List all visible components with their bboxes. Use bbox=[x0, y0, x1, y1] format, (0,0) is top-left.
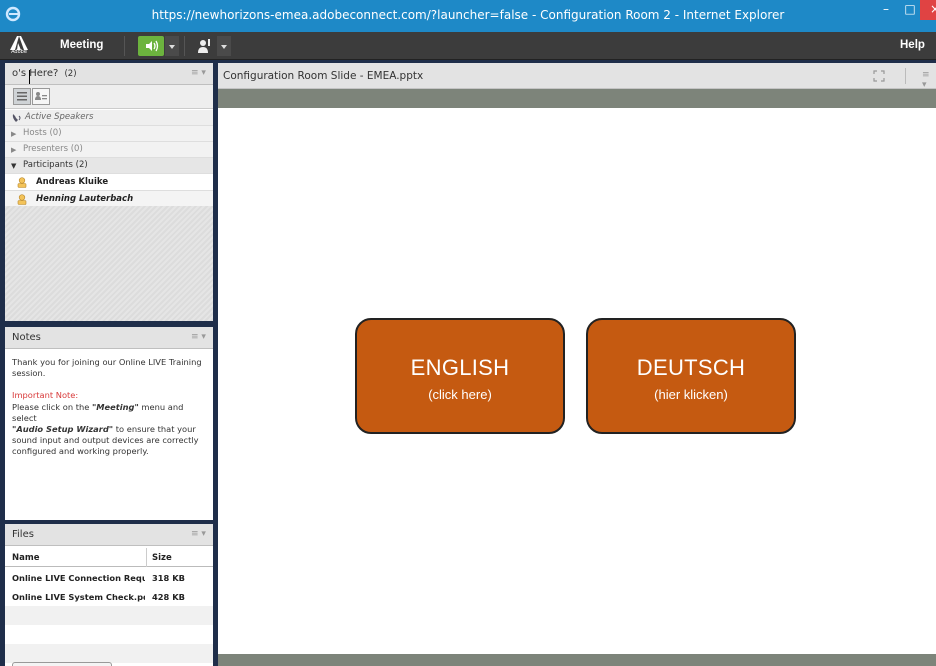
menu-help[interactable]: Help bbox=[900, 39, 925, 51]
notes-text: Please click on the bbox=[12, 401, 92, 412]
list-view-icon bbox=[17, 92, 27, 101]
deutsch-sublabel: (hier klicken) bbox=[654, 387, 728, 402]
notes-header: Notes ≡ ▾ bbox=[5, 327, 213, 349]
adobe-logo-icon bbox=[10, 36, 28, 50]
attendees-toolbar bbox=[5, 85, 213, 109]
attendees-count: (2) bbox=[64, 69, 77, 79]
notes-intro: Thank you for joining our Online LIVE Tr… bbox=[12, 357, 202, 379]
app-window: https://newhorizons-emea.adobeconnect.co… bbox=[0, 0, 936, 666]
presenters-label: Presenters (0) bbox=[23, 144, 83, 154]
pane-options-menu[interactable]: ≡ ▾ bbox=[191, 332, 206, 342]
menu-meeting[interactable]: Meeting bbox=[60, 39, 103, 51]
hosts-label: Hosts (0) bbox=[23, 128, 62, 138]
attendees-header: o's Here? (2) ≡ ▾ bbox=[5, 63, 213, 85]
header-divider bbox=[905, 68, 906, 84]
english-sublabel: (click here) bbox=[428, 387, 492, 402]
notes-emphasis: "Meeting" bbox=[91, 401, 139, 412]
chevron-down-icon bbox=[221, 45, 227, 49]
deutsch-button[interactable]: DEUTSCH (hier klicken) bbox=[586, 318, 796, 434]
share-pod: Configuration Room Slide - EMEA.pptx ≡ ▾… bbox=[218, 63, 936, 666]
column-divider[interactable] bbox=[146, 548, 147, 567]
chevron-right-icon: ▶ bbox=[11, 130, 17, 138]
audio-dropdown[interactable] bbox=[165, 36, 179, 56]
files-title: Files bbox=[12, 529, 34, 540]
attendees-title-text: o's Here? bbox=[12, 68, 59, 79]
file-row[interactable]: Online LIVE System Check.pdf 428 KB bbox=[5, 587, 213, 606]
pane-options-menu[interactable]: ≡ ▾ bbox=[191, 529, 206, 539]
files-header: Files ≡ ▾ bbox=[5, 524, 213, 546]
status-view-button[interactable] bbox=[32, 88, 50, 105]
pane-options-menu[interactable]: ≡ ▾ bbox=[191, 68, 206, 78]
menu-separator bbox=[184, 36, 185, 56]
notes-pane: Notes ≡ ▾ Thank you for joining our Onli… bbox=[5, 327, 213, 520]
column-name[interactable]: Name bbox=[12, 553, 39, 563]
adobe-logo: Adobe bbox=[8, 35, 34, 57]
presenter-dropdown[interactable] bbox=[217, 36, 231, 56]
notes-emphasis: "Audio Setup Wizard" bbox=[12, 424, 114, 435]
presenter-status-button[interactable] bbox=[193, 36, 217, 56]
menu-separator bbox=[124, 36, 125, 56]
notes-instruction: Please click on the "Meeting" menu and s… bbox=[12, 402, 210, 458]
empty-row bbox=[5, 606, 213, 625]
audio-button[interactable] bbox=[138, 36, 164, 56]
deutsch-label: DEUTSCH bbox=[636, 355, 746, 380]
menu-bar: Adobe Meeting Help bbox=[0, 32, 936, 60]
chevron-down-icon bbox=[169, 45, 175, 49]
person-icon bbox=[17, 194, 27, 205]
slide-top-bar bbox=[218, 89, 936, 108]
slide-bottom-bar bbox=[218, 654, 936, 666]
chevron-down-icon: ▼ bbox=[11, 162, 17, 170]
english-label: ENGLISH bbox=[410, 355, 510, 380]
participant-name: Henning Lauterbach bbox=[36, 194, 134, 204]
chevron-right-icon: ▶ bbox=[11, 146, 17, 154]
empty-row bbox=[5, 644, 213, 663]
file-name: Online LIVE Connection Requirements bbox=[12, 573, 145, 583]
important-note-label: Important Note: bbox=[12, 390, 79, 401]
speaker-icon bbox=[146, 40, 159, 52]
share-pod-header: Configuration Room Slide - EMEA.pptx ≡ ▾ bbox=[218, 63, 936, 90]
fullscreen-icon[interactable] bbox=[872, 69, 886, 83]
active-speakers-label: Active Speakers bbox=[25, 112, 94, 122]
file-row[interactable]: Online LIVE Connection Requirements 318 … bbox=[5, 568, 213, 587]
column-size[interactable]: Size bbox=[152, 553, 172, 563]
presenters-category[interactable]: ▶ Presenters (0) bbox=[5, 142, 213, 158]
hosts-category[interactable]: ▶ Hosts (0) bbox=[5, 126, 213, 142]
files-pane: Files ≡ ▾ Name Size Online LIVE Connecti… bbox=[5, 524, 213, 666]
pane-options-menu[interactable]: ≡ ▾ bbox=[922, 70, 936, 90]
english-button[interactable]: ENGLISH (click here) bbox=[355, 318, 565, 434]
participants-label: Participants (2) bbox=[23, 160, 88, 170]
phone-icon bbox=[12, 114, 21, 122]
attendees-empty-area bbox=[5, 206, 213, 321]
close-button[interactable]: × bbox=[920, 0, 936, 20]
notes-content: Thank you for joining our Online LIVE Tr… bbox=[12, 357, 210, 458]
text-cursor bbox=[29, 70, 30, 84]
slide-canvas: ENGLISH (click here) DEUTSCH (hier klick… bbox=[218, 108, 936, 654]
files-column-header: Name Size bbox=[5, 548, 213, 567]
adobe-logo-text: Adobe bbox=[11, 49, 27, 55]
download-files-button[interactable] bbox=[12, 662, 112, 666]
file-size: 318 KB bbox=[152, 573, 185, 583]
participant-name: Andreas Kluike bbox=[36, 177, 109, 187]
file-name: Online LIVE System Check.pdf bbox=[12, 592, 145, 602]
share-pod-title: Configuration Room Slide - EMEA.pptx bbox=[223, 70, 424, 82]
empty-row bbox=[5, 625, 213, 644]
person-icon bbox=[17, 177, 27, 188]
attendees-title: o's Here? (2) bbox=[12, 68, 77, 79]
notes-title: Notes bbox=[12, 332, 41, 343]
list-view-button[interactable] bbox=[13, 88, 31, 105]
participant-row[interactable]: Andreas Kluike bbox=[5, 174, 213, 191]
status-view-icon bbox=[35, 92, 47, 100]
attendees-pane: o's Here? (2) ≡ ▾ Active Speakers ▶ Host… bbox=[5, 63, 213, 321]
active-speakers-row: Active Speakers bbox=[5, 110, 213, 126]
title-bar: https://newhorizons-emea.adobeconnect.co… bbox=[0, 0, 936, 32]
participants-category[interactable]: ▼ Participants (2) bbox=[5, 158, 213, 174]
notes-important: Important Note: Please click on the "Mee… bbox=[12, 390, 210, 457]
raise-hand-icon bbox=[198, 39, 210, 53]
window-title: https://newhorizons-emea.adobeconnect.co… bbox=[151, 8, 785, 22]
file-size: 428 KB bbox=[152, 592, 185, 602]
